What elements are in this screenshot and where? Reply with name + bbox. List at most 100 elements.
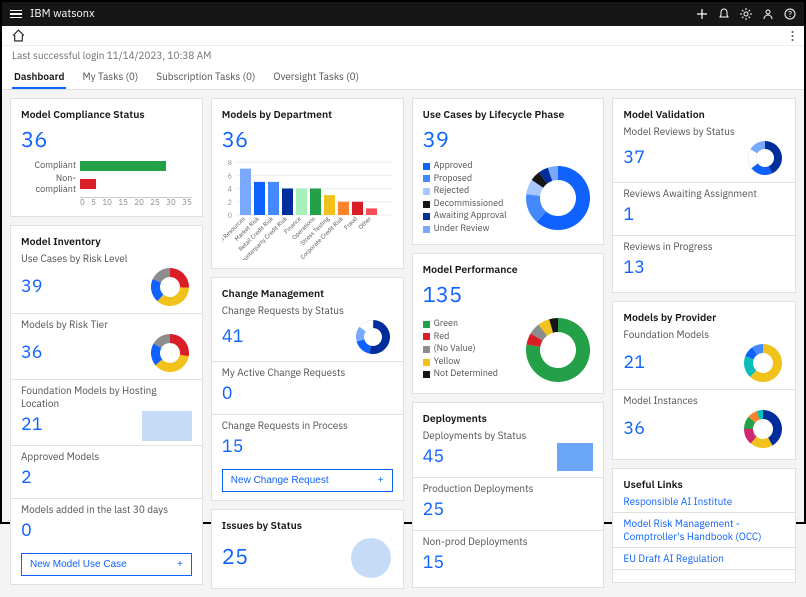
new-model-use-case-button[interactable]: New Model Use Case+ (21, 553, 192, 576)
metric-label: Change Requests in Process (222, 419, 393, 432)
tab-oversight-tasks[interactable]: Oversight Tasks (0) (271, 66, 361, 89)
svg-text:6: 6 (228, 171, 232, 180)
useful-link[interactable]: Responsible AI Institute (623, 495, 785, 508)
metric-label: Models by Risk Tier (21, 318, 192, 331)
panel-lifecycle: Use Cases by Lifecycle Phase 39 Approved… (412, 98, 605, 245)
issues-chart (349, 536, 393, 580)
panel-title: Models by Provider (623, 310, 785, 324)
useful-link[interactable]: Model Risk Management - Comptroller's Ha… (623, 517, 785, 543)
new-change-request-button[interactable]: New Change Request+ (222, 469, 393, 492)
metric-value: 15 (423, 550, 445, 573)
tab-bar: Dashboard My Tasks (0) Subscription Task… (2, 62, 804, 90)
perf-count: 135 (423, 280, 594, 309)
panel-deploy: Deployments Deployments by Status 45 Produ… (412, 402, 605, 588)
dept-count: 36 (222, 125, 393, 154)
tab-subscription-tasks[interactable]: Subscription Tasks (0) (154, 66, 257, 89)
panel-title: Issues by Status (222, 518, 393, 532)
lifecycle-count: 39 (423, 125, 594, 154)
metric-label: Models added in the last 30 days (21, 503, 192, 516)
compliance-chart: CompliantNon-compliant05101520253035 (21, 160, 192, 208)
dashboard: Model Compliance Status 36 CompliantNon-… (2, 90, 804, 597)
panel-title: Models by Department (222, 107, 393, 121)
metric-label: Model Instances (623, 394, 785, 407)
app-topbar: IBM watsonx ? (2, 2, 804, 26)
foundation_models_by_provider-chart (741, 341, 785, 385)
gear-icon[interactable] (740, 8, 752, 20)
svg-text:Other: Other (356, 214, 373, 231)
dept-chart: 02468Human ResourcesMarket RiskRetail Cr… (222, 160, 392, 260)
panel-issues: Issues by Status 25 (211, 509, 404, 589)
panel-title: Use Cases by Lifecycle Phase (423, 107, 594, 121)
metric-label: Use Cases by Risk Level (21, 252, 192, 265)
sub-bar (2, 26, 804, 46)
metric-value: 39 (21, 274, 43, 297)
lifecycle-legend: ApprovedProposedRejectedDecommissionedAw… (423, 160, 507, 236)
useful-link[interactable]: EU Draft AI Regulation (623, 552, 785, 565)
change-requests-chart (353, 317, 393, 357)
use_cases_by_risk_level-chart (148, 265, 192, 309)
metric-label: Deployments by Status (423, 429, 594, 442)
panel-title: Model Performance (423, 262, 594, 276)
bell-icon[interactable] (718, 8, 730, 20)
metric-label: Non-prod Deployments (423, 535, 594, 548)
plus-icon[interactable] (696, 8, 708, 20)
metric-value: 1 (623, 202, 634, 225)
metric-value: 36 (21, 340, 43, 363)
metric-label: Foundation Models by Hosting Location (21, 384, 192, 410)
kebab-icon[interactable] (791, 30, 794, 42)
last-login: Last successful login 11/14/2023, 10:38 … (2, 46, 804, 62)
metric-value: 15 (222, 434, 244, 457)
svg-text:2: 2 (228, 198, 232, 207)
metric-value: 21 (623, 350, 645, 373)
panel-perf: Model Performance 135 GreenRed(No Value)… (412, 253, 605, 394)
compliance-count: 36 (21, 125, 192, 154)
panel-title: Change Management (222, 286, 393, 300)
panel-dept: Models by Department 36 02468Human Resou… (211, 98, 404, 269)
metric-value: 2 (21, 465, 32, 488)
home-icon[interactable] (12, 29, 25, 42)
metric-label: Reviews Awaiting Assignment (623, 187, 785, 200)
plus-icon: + (378, 475, 384, 486)
tab-dashboard[interactable]: Dashboard (12, 66, 66, 89)
panel-title: Deployments (423, 411, 594, 425)
metric-label: Approved Models (21, 450, 192, 463)
plus-icon: + (177, 559, 183, 570)
metric-label: Change Requests by Status (222, 304, 393, 317)
svg-text:Fraud: Fraud (342, 215, 359, 232)
user-icon[interactable] (762, 8, 774, 20)
issues-count: 25 (222, 542, 248, 571)
model_instances_by_provider-chart (741, 407, 785, 451)
metric-label: My Active Change Requests (222, 366, 393, 379)
perf-chart (523, 315, 593, 385)
menu-icon[interactable] (10, 10, 22, 19)
svg-text:8: 8 (228, 160, 232, 167)
panel-title: Model Validation (623, 107, 785, 121)
panel-title: Useful Links (623, 477, 785, 491)
panel-compliance: Model Compliance Status 36 CompliantNon-… (10, 98, 203, 217)
metric-value: 0 (222, 381, 233, 404)
panel-change: Change Management Change Requests by Sta… (211, 277, 404, 501)
metric-value: 45 (423, 444, 445, 467)
metric-value: 0 (21, 518, 32, 541)
svg-text:4: 4 (228, 185, 232, 194)
tab-my-tasks[interactable]: My Tasks (0) (80, 66, 140, 89)
perf-legend: GreenRed(No Value)YellowNot Determined (423, 318, 498, 381)
panel-validation: Model Validation Model Reviews by Status… (612, 98, 796, 293)
models_by_risk_tier-chart (148, 331, 192, 375)
metric-value: 25 (423, 497, 445, 520)
metric-value: 41 (222, 324, 244, 347)
metric-label: Foundation Models (623, 328, 785, 341)
deployments-chart (557, 443, 593, 471)
app-name: IBM watsonx (30, 7, 95, 21)
svg-text:0: 0 (228, 211, 232, 220)
metric-value: 21 (21, 412, 43, 435)
metric-label: Reviews in Progress (623, 240, 785, 253)
panel-title: Model Compliance Status (21, 107, 192, 121)
lifecycle-chart (523, 163, 593, 233)
svg-text:?: ? (788, 10, 792, 20)
metric-value: 36 (623, 416, 645, 439)
panel-inventory: Model Inventory Use Cases by Risk Level3… (10, 225, 203, 585)
help-icon[interactable]: ? (784, 8, 796, 20)
metric-label: Production Deployments (423, 482, 594, 495)
panel-links: Useful Links Responsible AI Institute Mod… (612, 468, 796, 583)
